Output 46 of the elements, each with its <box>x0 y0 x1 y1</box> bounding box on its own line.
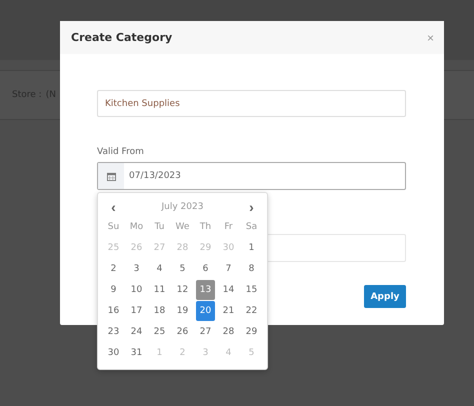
calendar-day[interactable]: 17 <box>127 300 146 320</box>
weekday-label: We <box>174 221 190 234</box>
previous-month-button[interactable]: ‹ <box>102 197 125 217</box>
calendar-day[interactable]: 11 <box>150 280 169 300</box>
calendar-day[interactable]: 21 <box>219 300 238 320</box>
weekday-label: Sa <box>244 221 258 234</box>
calendar-day[interactable]: 7 <box>219 258 238 278</box>
calendar-day[interactable]: 8 <box>242 258 261 278</box>
calendar-day[interactable]: 14 <box>219 280 238 300</box>
calendar-day[interactable]: 23 <box>104 322 123 342</box>
weekday-label: Th <box>198 221 212 234</box>
calendar-day[interactable]: 16 <box>104 300 123 320</box>
calendar-day[interactable]: 19 <box>173 300 192 320</box>
calendar-day[interactable]: 22 <box>242 300 261 320</box>
calendar-day[interactable]: 1 <box>242 238 261 258</box>
calendar-day[interactable]: 5 <box>173 258 192 278</box>
calendar-day[interactable]: 15 <box>242 280 261 300</box>
calendar-day[interactable]: 30 <box>104 342 123 362</box>
weekday-label: Fr <box>223 221 234 234</box>
calendar-day[interactable]: 10 <box>127 280 146 300</box>
calendar-day[interactable]: 24 <box>127 322 146 342</box>
calendar-icon <box>106 172 116 180</box>
calendar-day[interactable]: 27 <box>196 322 215 342</box>
calendar-day[interactable]: 4 <box>150 258 169 278</box>
calendar-day[interactable]: 9 <box>104 280 123 300</box>
name-field[interactable]: Kitchen Supplies <box>97 90 406 117</box>
calendar-day[interactable]: 3 <box>127 258 146 278</box>
valid-from-label: Valid From <box>97 147 145 157</box>
weekday-label: Su <box>106 221 120 234</box>
calendar-day[interactable]: 28 <box>219 322 238 342</box>
weekday-label: Mo <box>128 221 144 234</box>
calendar-day[interactable]: 25 <box>150 322 169 342</box>
calendar-day[interactable]: 29 <box>242 322 261 342</box>
dialog-title: Create Category <box>71 31 172 44</box>
calendar-day[interactable]: 31 <box>127 342 146 362</box>
calendar-day[interactable]: 20 <box>196 300 215 320</box>
calendar-day[interactable]: 12 <box>173 280 192 300</box>
calendar-day[interactable]: 18 <box>150 300 169 320</box>
date-field[interactable]: 07/13/2023 <box>97 162 406 190</box>
apply-button[interactable]: Apply <box>364 285 406 308</box>
calendar-day[interactable]: 6 <box>196 258 215 278</box>
calendar-day[interactable]: 26 <box>173 322 192 342</box>
calendar-day[interactable]: 13 <box>196 280 215 300</box>
calendar-day[interactable]: 2 <box>104 258 123 278</box>
weekday-label: Tu <box>154 221 166 234</box>
next-month-button[interactable]: › <box>240 197 263 217</box>
